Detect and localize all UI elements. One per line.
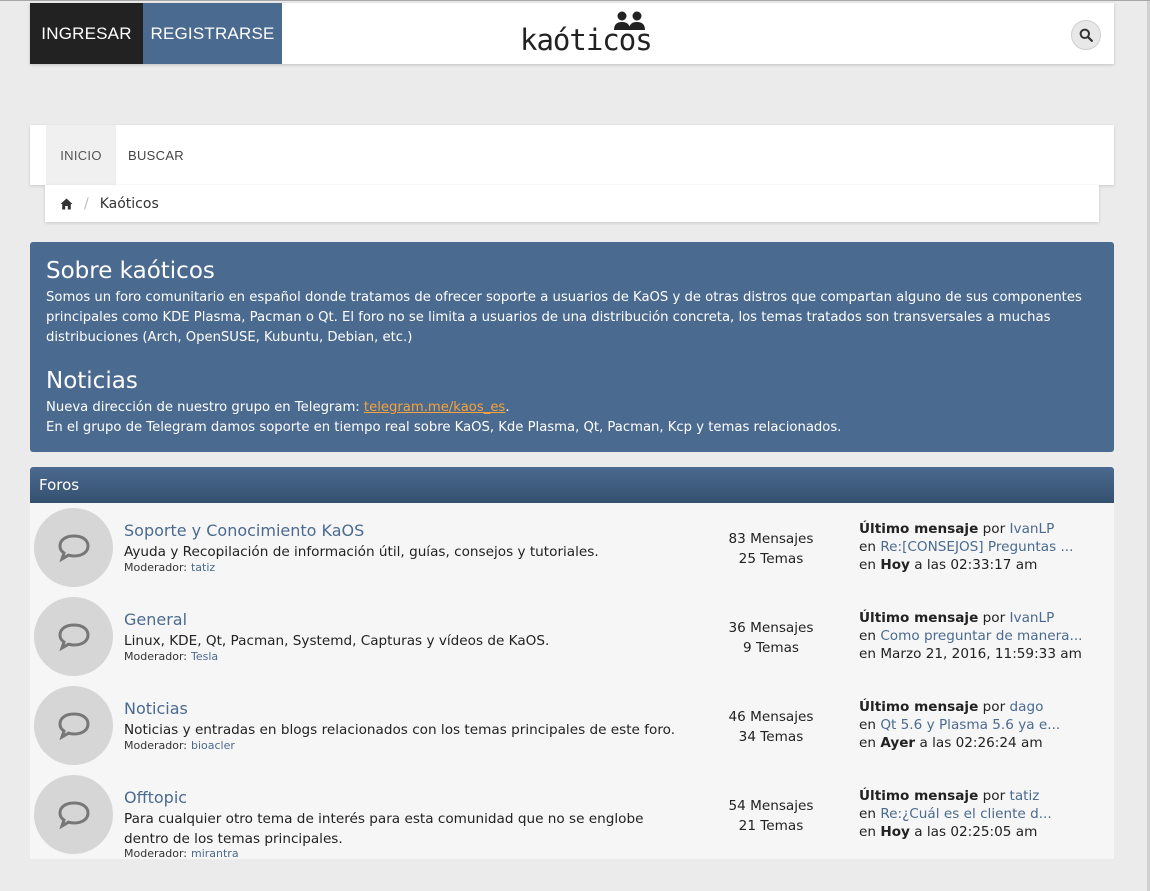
forum-row: General Linux, KDE, Qt, Pacman, Systemd,… xyxy=(30,592,1114,681)
site-logo[interactable]: kaóticos xyxy=(520,9,653,59)
forum-status-icon[interactable] xyxy=(34,775,113,854)
moderator-link[interactable]: Tesla xyxy=(191,650,218,663)
last-post-topic[interactable]: Como preguntar de manera... xyxy=(880,628,1082,644)
breadcrumb-current[interactable]: Kaóticos xyxy=(100,196,159,212)
chat-bubble-icon xyxy=(57,533,90,562)
chat-bubble-icon xyxy=(57,711,90,740)
forum-moderator: Moderador: tatiz xyxy=(124,561,216,574)
register-button[interactable]: REGISTRARSE xyxy=(143,3,282,64)
forum-stats: 54 Mensajes 21 Temas xyxy=(728,798,814,834)
moderator-link[interactable]: tatiz xyxy=(191,561,215,574)
telegram-link[interactable]: telegram.me/kaos_es xyxy=(364,400,505,415)
forum-description: Ayuda y Recopilación de información útil… xyxy=(124,544,599,560)
last-post-user[interactable]: IvanLP xyxy=(1010,610,1055,626)
forum-stats: 83 Mensajes 25 Temas xyxy=(728,531,814,567)
news-line-2: En el grupo de Telegram damos soporte en… xyxy=(46,420,842,435)
forums-section: Foros Soporte y Conocimiento KaOS Ayuda … xyxy=(30,467,1114,860)
last-post-topic[interactable]: Re:¿Cuál es el cliente d... xyxy=(880,806,1051,822)
search-button[interactable] xyxy=(1071,20,1101,50)
breadcrumb: / Kaóticos xyxy=(45,185,1099,222)
forum-moderator: Moderador: Tesla xyxy=(124,650,219,663)
forum-title[interactable]: Noticias xyxy=(124,699,188,718)
nav-item-buscar[interactable]: BUSCAR xyxy=(116,125,196,185)
breadcrumb-separator: / xyxy=(84,195,89,212)
main-nav: INICIO BUSCAR xyxy=(30,125,1114,185)
last-post-user[interactable]: dago xyxy=(1010,699,1044,715)
forum-title[interactable]: Offtopic xyxy=(124,788,187,807)
top-header: INGRESAR REGISTRARSE kaóticos xyxy=(30,3,1114,64)
moderator-link[interactable]: mirantra xyxy=(191,847,239,860)
forum-description: Linux, KDE, Qt, Pacman, Systemd, Captura… xyxy=(124,633,550,649)
forum-description: Para cualquier otro tema de interés para… xyxy=(124,811,644,847)
home-icon[interactable] xyxy=(60,198,73,210)
last-post-topic[interactable]: Qt 5.6 y Plasma 5.6 ya e... xyxy=(880,717,1060,733)
search-icon xyxy=(1079,28,1093,42)
last-post-user[interactable]: IvanLP xyxy=(1010,521,1055,537)
forum-row: Offtopic Para cualquier otro tema de int… xyxy=(30,770,1114,860)
about-text: Somos un foro comunitario en español don… xyxy=(46,290,1082,345)
forum-stats: 36 Mensajes 9 Temas xyxy=(728,620,814,656)
forum-status-icon[interactable] xyxy=(34,597,113,676)
forum-description: Noticias y entradas en blogs relacionado… xyxy=(124,722,676,738)
forum-row: Noticias Noticias y entradas en blogs re… xyxy=(30,681,1114,770)
forum-status-icon[interactable] xyxy=(34,686,113,765)
info-box: Sobre kaóticos Somos un foro comunitario… xyxy=(30,242,1114,452)
news-title: Noticias xyxy=(46,368,138,394)
news-line-1: Nueva dirección de nuestro grupo en Tele… xyxy=(46,400,510,415)
login-button[interactable]: INGRESAR xyxy=(30,3,143,64)
forums-header: Foros xyxy=(30,467,1114,503)
forum-stats: 46 Mensajes 34 Temas xyxy=(728,709,814,745)
forum-title[interactable]: Soporte y Conocimiento KaOS xyxy=(124,521,364,540)
forum-moderator: Moderador: bioacler xyxy=(124,739,235,752)
last-post-user[interactable]: tatiz xyxy=(1010,788,1040,804)
forum-moderator: Moderador: mirantra xyxy=(124,847,239,860)
forum-last-post: Último mensaje por tatiz en Re:¿Cuál es … xyxy=(859,788,1052,840)
forum-status-icon[interactable] xyxy=(34,508,113,587)
people-icon xyxy=(614,11,645,30)
about-title: Sobre kaóticos xyxy=(46,258,215,284)
forum-row: Soporte y Conocimiento KaOS Ayuda y Reco… xyxy=(30,503,1114,592)
forum-title[interactable]: General xyxy=(124,610,187,629)
forum-last-post: Último mensaje por dago en Qt 5.6 y Plas… xyxy=(859,699,1061,751)
chat-bubble-icon xyxy=(57,622,90,651)
forum-last-post: Último mensaje por IvanLP en Como pregun… xyxy=(859,610,1083,662)
last-post-topic[interactable]: Re:[CONSEJOS] Preguntas ... xyxy=(880,539,1073,555)
nav-item-inicio[interactable]: INICIO xyxy=(46,125,116,185)
chat-bubble-icon xyxy=(57,800,90,829)
forum-last-post: Último mensaje por IvanLP en Re:[CONSEJO… xyxy=(859,521,1074,573)
moderator-link[interactable]: bioacler xyxy=(191,739,235,752)
